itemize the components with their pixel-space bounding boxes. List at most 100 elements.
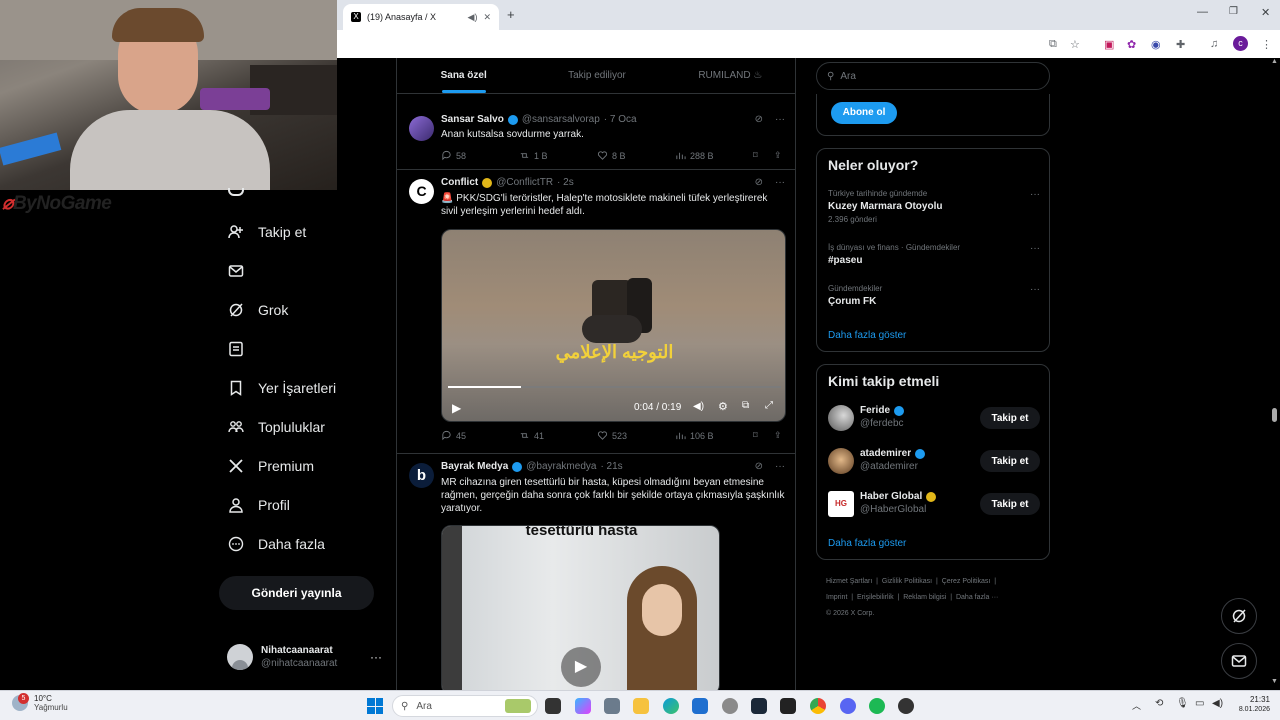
- follow-button[interactable]: Takip et: [980, 450, 1040, 472]
- app-icon[interactable]: [722, 698, 738, 714]
- tab-audio-icon[interactable]: ◀): [468, 12, 478, 23]
- page-scrollbar[interactable]: ▲ ▼: [1270, 58, 1280, 690]
- star-icon[interactable]: ☆: [1070, 38, 1080, 51]
- messages-float-button[interactable]: [1221, 643, 1257, 679]
- video-progress-track[interactable]: [448, 386, 781, 388]
- tray-chevron-icon[interactable]: ︿: [1132, 699, 1141, 712]
- extensions-puzzle-icon[interactable]: ✚: [1176, 38, 1185, 51]
- more-icon[interactable]: ···: [1030, 284, 1040, 295]
- like-button[interactable]: 523: [597, 430, 627, 441]
- author-handle[interactable]: @sansarsalvorap: [522, 114, 600, 125]
- trend-item[interactable]: Gündemdekiler Çorum FK ···: [828, 284, 1040, 307]
- play-icon[interactable]: ▶: [452, 401, 461, 415]
- share-icon[interactable]: ⇪: [774, 150, 782, 161]
- avatar[interactable]: b: [409, 463, 434, 488]
- pip-icon[interactable]: ⧉: [742, 400, 749, 411]
- follow-suggestion[interactable]: atademirer @atademirer Takip et: [828, 448, 1040, 476]
- follow-button[interactable]: Takip et: [980, 493, 1040, 515]
- tab-following[interactable]: Takip ediliyor: [530, 58, 663, 93]
- taskbar-search[interactable]: ⚲ Ara: [392, 695, 538, 717]
- tab-close-icon[interactable]: ✕: [483, 12, 491, 23]
- restore-icon[interactable]: ❐: [1229, 6, 1238, 17]
- account-switcher[interactable]: Nihatcaanaarat @nihatcaanaarat: [227, 644, 337, 670]
- share-icon[interactable]: ⇪: [774, 430, 782, 441]
- extension-red-icon[interactable]: ▣: [1104, 38, 1114, 51]
- author-name[interactable]: Sansar Salvo: [441, 114, 504, 125]
- browser-tab[interactable]: X (19) Anasayfa / X ◀) ✕: [343, 4, 499, 30]
- author-name[interactable]: Conflict: [441, 177, 478, 188]
- tray-display-icon[interactable]: ▭: [1195, 698, 1204, 709]
- nav-communities[interactable]: Topluluklar: [228, 415, 325, 439]
- tweet[interactable]: b Bayrak Medya @bayrakmedya · 21s ⊘ ··· M…: [397, 455, 795, 690]
- app-red-icon[interactable]: [898, 698, 914, 714]
- browser-menu-icon[interactable]: ⋮: [1261, 38, 1272, 51]
- views-button[interactable]: 288 B: [675, 150, 714, 161]
- task-view-icon[interactable]: [545, 698, 561, 714]
- scroll-down-icon[interactable]: ▼: [1271, 678, 1278, 685]
- play-icon[interactable]: ▶: [561, 647, 601, 687]
- nav-lists[interactable]: [228, 337, 244, 361]
- author-handle[interactable]: @bayrakmedya: [526, 461, 596, 472]
- retweet-button[interactable]: 1 B: [519, 150, 548, 161]
- more-icon[interactable]: ···: [1030, 189, 1040, 200]
- footer-link[interactable]: Gizlilik Politikası: [882, 578, 932, 585]
- extension-purple-icon[interactable]: ✿: [1127, 38, 1136, 51]
- tab-for-you[interactable]: Sana özel: [397, 58, 530, 93]
- views-button[interactable]: 106 B: [675, 430, 714, 441]
- scroll-up-icon[interactable]: ▲: [1271, 58, 1278, 65]
- reply-button[interactable]: 58: [441, 150, 466, 161]
- copilot-icon[interactable]: [575, 698, 591, 714]
- scroll-thumb[interactable]: [1272, 408, 1277, 422]
- media-controls-icon[interactable]: ♫: [1210, 38, 1218, 50]
- close-window-icon[interactable]: ✕: [1261, 6, 1270, 19]
- extension-blue-icon[interactable]: ◉: [1151, 38, 1161, 51]
- discord-icon[interactable]: [840, 698, 856, 714]
- trend-item[interactable]: İş dünyası ve finans · Gündemdekiler #pa…: [828, 243, 1040, 266]
- nav-profile[interactable]: Profil: [228, 493, 290, 517]
- settings-app-icon[interactable]: [604, 698, 620, 714]
- more-icon[interactable]: ···: [1030, 243, 1040, 254]
- footer-link[interactable]: Daha fazla ···: [956, 594, 998, 601]
- tray-mic-icon[interactable]: 🎙: [1176, 698, 1189, 709]
- tray-network-icon[interactable]: ⟲: [1155, 698, 1163, 709]
- more-icon[interactable]: ···: [775, 461, 785, 472]
- new-tab-button[interactable]: +: [507, 7, 515, 22]
- nav-messages[interactable]: [228, 259, 244, 283]
- trend-item[interactable]: Türkiye tarihinde gündemde Kuzey Marmara…: [828, 189, 1040, 224]
- show-more-follow[interactable]: Daha fazla göster: [828, 538, 906, 549]
- weather-widget[interactable]: 5 10°C Yağmurlu: [12, 693, 68, 712]
- retweet-button[interactable]: 41: [519, 430, 544, 441]
- avatar[interactable]: C: [409, 179, 434, 204]
- follow-suggestion[interactable]: Feride @ferdebc Takip et: [828, 405, 1040, 433]
- clock[interactable]: 21:31 8.01.2026: [1230, 695, 1270, 713]
- search-input[interactable]: ⚲ Ara: [816, 62, 1050, 90]
- reply-button[interactable]: 45: [441, 430, 466, 441]
- tray-volume-icon[interactable]: ◀): [1212, 698, 1223, 709]
- nav-more[interactable]: Daha fazla: [228, 532, 325, 556]
- minimize-icon[interactable]: —: [1197, 6, 1208, 18]
- tweet-time[interactable]: · 21s: [600, 461, 622, 472]
- follow-button[interactable]: Takip et: [980, 407, 1040, 429]
- grok-icon[interactable]: ⊘: [755, 114, 763, 125]
- footer-link[interactable]: Hizmet Şartları: [826, 578, 872, 585]
- author-name[interactable]: Bayrak Medya: [441, 461, 508, 472]
- grok-float-button[interactable]: [1221, 598, 1257, 634]
- tweet[interactable]: Sansar Salvo @sansarsalvorap · 7 Oca ⊘ ··…: [397, 108, 795, 170]
- grok-icon[interactable]: ⊘: [755, 461, 763, 472]
- video-player[interactable]: التوجيه الإعلامي ▶ 0:04 / 0:19 ◀) ⚙ ⧉ ⤢: [441, 229, 786, 422]
- install-app-icon[interactable]: ⧉: [1049, 38, 1057, 51]
- grok-icon[interactable]: ⊘: [755, 177, 763, 188]
- store-icon[interactable]: [692, 698, 708, 714]
- avatar[interactable]: [409, 116, 434, 141]
- author-handle[interactable]: @ConflictTR: [496, 177, 553, 188]
- footer-link[interactable]: Çerez Politikası: [942, 578, 991, 585]
- like-button[interactable]: 8 B: [597, 150, 626, 161]
- nav-bookmarks[interactable]: Yer İşaretleri: [228, 376, 336, 400]
- tweet-time[interactable]: · 2s: [557, 177, 574, 188]
- terminal-icon[interactable]: [780, 698, 796, 714]
- tab-rumiland[interactable]: RUMILAND ♨: [664, 58, 795, 93]
- video-player[interactable]: tesettürlü hasta ▶: [441, 525, 720, 690]
- subscribe-button[interactable]: Abone ol: [831, 102, 897, 124]
- start-button[interactable]: [367, 698, 383, 714]
- notifications-icon[interactable]: [228, 188, 244, 196]
